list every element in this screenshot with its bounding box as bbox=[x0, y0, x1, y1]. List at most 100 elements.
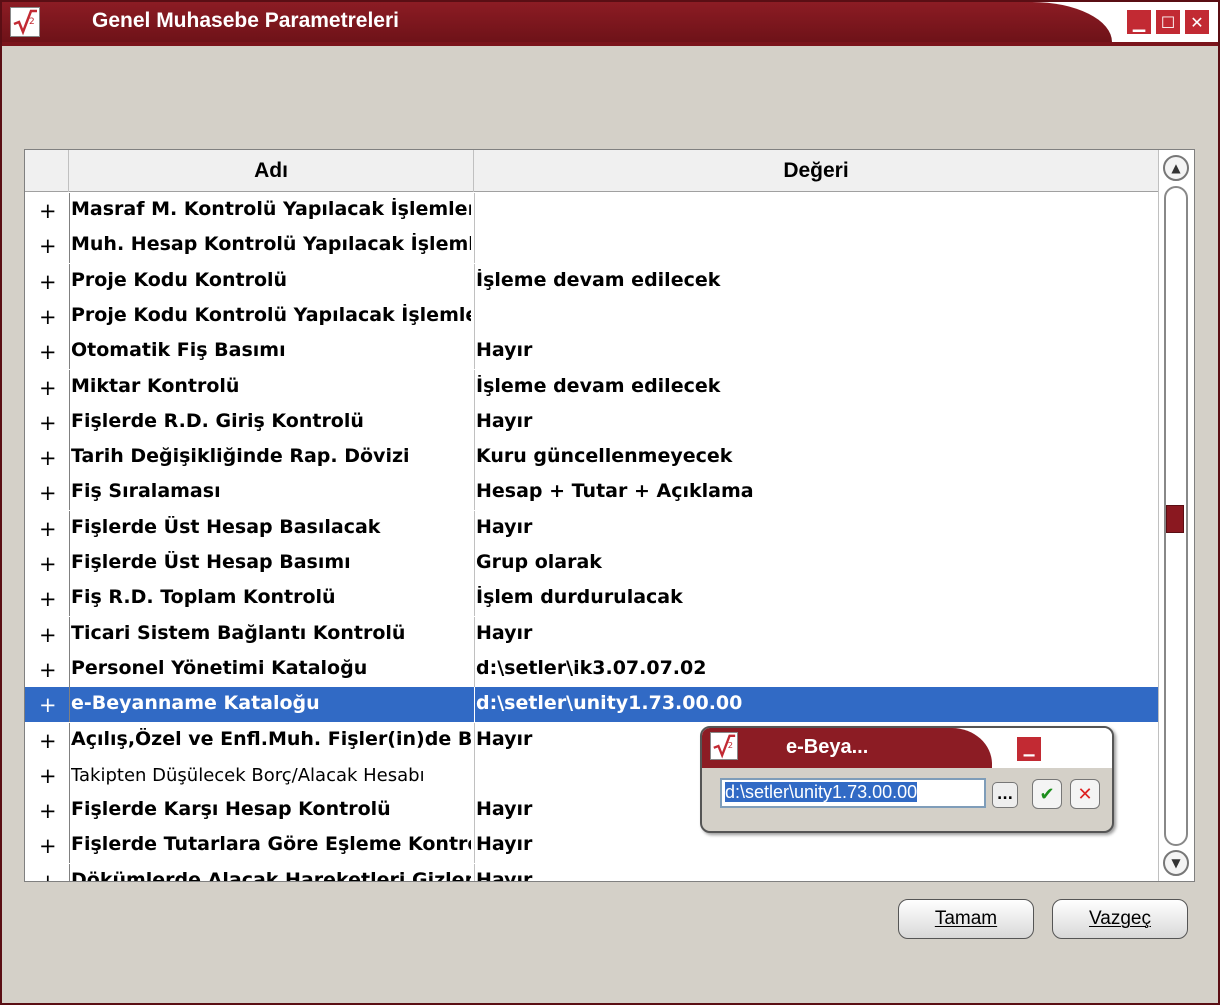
table-row[interactable]: + Fişlerde Üst Hesap Basımı Grup olarak bbox=[25, 546, 1158, 581]
row-name-cell: Proje Kodu Kontrolü bbox=[71, 268, 288, 291]
header-name[interactable]: Adı bbox=[69, 150, 474, 192]
column-divider bbox=[69, 475, 70, 511]
table-row[interactable]: + Muh. Hesap Kontrolü Yapılacak İşlemle bbox=[25, 228, 1158, 264]
row-value-cell[interactable]: İşleme devam edilecek bbox=[476, 269, 1156, 291]
svg-text:2: 2 bbox=[728, 740, 733, 750]
expand-plus-icon[interactable]: + bbox=[39, 481, 57, 505]
row-name-cell: Takipten Düşülecek Borç/Alacak Hesabı bbox=[71, 764, 425, 786]
vertical-scrollbar[interactable]: ▲ ▼ bbox=[1158, 150, 1194, 881]
table-row[interactable]: + Fiş R.D. Toplam Kontrolü İşlem durdurula… bbox=[25, 581, 1158, 617]
expand-plus-icon[interactable]: + bbox=[39, 411, 57, 435]
ok-button[interactable]: Tamam bbox=[898, 899, 1034, 939]
expand-plus-icon[interactable]: + bbox=[39, 693, 57, 717]
scroll-down-button[interactable]: ▼ bbox=[1163, 850, 1189, 876]
row-value-cell[interactable]: Hayır bbox=[476, 622, 1156, 644]
browse-button[interactable]: ... bbox=[992, 782, 1018, 808]
title-bar[interactable]: 2 Genel Muhasebe Parametreleri ▁ ☐ ✕ bbox=[2, 2, 1218, 46]
ok-button-label: Tamam bbox=[934, 908, 998, 929]
cancel-x-icon[interactable]: ✕ bbox=[1070, 779, 1100, 809]
column-divider bbox=[69, 616, 70, 652]
table-row[interactable]: + Miktar Kontrolü İşleme devam edilecek bbox=[25, 369, 1158, 405]
title-bottom-line bbox=[2, 42, 1218, 46]
expand-plus-icon[interactable]: + bbox=[39, 199, 57, 223]
maximize-button[interactable]: ☐ bbox=[1155, 9, 1181, 35]
column-divider bbox=[69, 440, 70, 476]
table-row[interactable]: + Fişlerde R.D. Giriş Kontrolü Hayır bbox=[25, 404, 1158, 440]
row-value-cell[interactable]: Kuru güncellenmeyecek bbox=[476, 445, 1156, 467]
row-name-cell: Fişlerde Üst Hesap Basılacak bbox=[71, 515, 381, 538]
column-divider bbox=[69, 510, 70, 546]
column-divider bbox=[69, 404, 70, 440]
expand-plus-icon[interactable]: + bbox=[39, 340, 57, 364]
column-divider bbox=[474, 793, 475, 829]
table-row[interactable]: + e-Beyanname Kataloğu d:\setler\unity1.73… bbox=[25, 687, 1158, 723]
expand-plus-icon[interactable]: + bbox=[39, 764, 57, 788]
table-row[interactable]: + Proje Kodu Kontrolü İşleme devam edilece… bbox=[25, 263, 1158, 299]
popup-title: e-Beya... bbox=[786, 736, 869, 758]
header-expander-column[interactable] bbox=[25, 150, 69, 192]
column-divider bbox=[69, 334, 70, 370]
row-name-cell: Tarih Değişikliğinde Rap. Dövizi bbox=[71, 445, 410, 468]
table-row[interactable]: + Tarih Değişikliğinde Rap. Dövizi Kuru gü… bbox=[25, 440, 1158, 476]
main-window: 2 Genel Muhasebe Parametreleri ▁ ☐ ✕ Adı… bbox=[0, 0, 1220, 1005]
column-divider bbox=[69, 228, 70, 264]
row-value-cell[interactable]: d:\setler\ik3.07.07.02 bbox=[476, 657, 1156, 679]
minimize-button[interactable]: ▁ bbox=[1126, 9, 1152, 35]
column-divider bbox=[474, 475, 475, 511]
expand-plus-icon[interactable]: + bbox=[39, 870, 57, 881]
cancel-button-label: Vazgeç bbox=[1089, 908, 1151, 929]
close-button[interactable]: ✕ bbox=[1184, 9, 1210, 35]
table-row[interactable]: + Fiş Sıralaması Hesap + Tutar + Açıklama bbox=[25, 475, 1158, 511]
row-value-cell[interactable]: Hayır bbox=[476, 869, 1156, 881]
expand-plus-icon[interactable]: + bbox=[39, 517, 57, 541]
column-divider bbox=[474, 334, 475, 370]
column-divider bbox=[474, 616, 475, 652]
table-row[interactable]: + Proje Kodu Kontrolü Yapılacak İşlemler bbox=[25, 298, 1158, 334]
row-value-cell[interactable]: Hesap + Tutar + Açıklama bbox=[476, 480, 1156, 502]
expand-plus-icon[interactable]: + bbox=[39, 270, 57, 294]
app-logo-icon[interactable]: 2 bbox=[10, 7, 40, 37]
row-value-cell[interactable]: d:\setler\unity1.73.00.00 bbox=[476, 692, 1156, 714]
row-value-cell[interactable]: Hayır bbox=[476, 516, 1156, 538]
expand-plus-icon[interactable]: + bbox=[39, 799, 57, 823]
header-value[interactable]: Değeri bbox=[474, 150, 1158, 192]
expand-plus-icon[interactable]: + bbox=[39, 729, 57, 753]
column-divider bbox=[69, 369, 70, 405]
popup-minimize-button[interactable]: ▁ bbox=[1016, 736, 1042, 762]
row-name-cell: Fiş Sıralaması bbox=[71, 480, 221, 503]
row-name-cell: Açılış,Özel ve Enfl.Muh. Fişler(in)de B/… bbox=[71, 727, 471, 750]
row-value-cell[interactable]: Hayır bbox=[476, 410, 1156, 432]
expand-plus-icon[interactable]: + bbox=[39, 234, 57, 258]
path-input-text: d:\setler\unity1.73.00.00 bbox=[725, 782, 918, 802]
table-row[interactable]: + Personel Yönetimi Kataloğu d:\setler\ik3… bbox=[25, 651, 1158, 687]
cancel-button[interactable]: Vazgeç bbox=[1052, 899, 1188, 939]
column-divider bbox=[474, 263, 475, 299]
table-row[interactable]: + Ticari Sistem Bağlantı Kontrolü Hayır bbox=[25, 616, 1158, 652]
path-input[interactable]: d:\setler\unity1.73.00.00 bbox=[720, 778, 986, 808]
expand-plus-icon[interactable]: + bbox=[39, 623, 57, 647]
popup-title-bar[interactable]: 2 e-Beya... ▁ bbox=[702, 728, 1112, 768]
column-divider bbox=[474, 228, 475, 264]
expand-plus-icon[interactable]: + bbox=[39, 552, 57, 576]
table-row[interactable]: + Dökümlerde Alacak Hareketleri Gizlenece… bbox=[25, 863, 1158, 881]
column-divider bbox=[474, 863, 475, 881]
table-row[interactable]: + Masraf M. Kontrolü Yapılacak İşlemler bbox=[25, 193, 1158, 228]
table-row[interactable]: + Otomatik Fiş Basımı Hayır bbox=[25, 334, 1158, 370]
popup-logo-icon: 2 bbox=[710, 732, 738, 760]
confirm-check-icon[interactable]: ✔ bbox=[1032, 779, 1062, 809]
scroll-thumb[interactable] bbox=[1166, 505, 1184, 533]
row-value-cell[interactable]: Grup olarak bbox=[476, 551, 1156, 573]
table-row[interactable]: + Fişlerde Tutarlara Göre Eşleme Kontrolü… bbox=[25, 828, 1158, 864]
table-row[interactable]: + Fişlerde Üst Hesap Basılacak Hayır bbox=[25, 510, 1158, 546]
expand-plus-icon[interactable]: + bbox=[39, 376, 57, 400]
row-value-cell[interactable]: Hayır bbox=[476, 339, 1156, 361]
expand-plus-icon[interactable]: + bbox=[39, 587, 57, 611]
expand-plus-icon[interactable]: + bbox=[39, 834, 57, 858]
expand-plus-icon[interactable]: + bbox=[39, 446, 57, 470]
scroll-up-button[interactable]: ▲ bbox=[1163, 155, 1189, 181]
row-value-cell[interactable]: İşlem durdurulacak bbox=[476, 586, 1156, 608]
expand-plus-icon[interactable]: + bbox=[39, 658, 57, 682]
row-value-cell[interactable]: İşleme devam edilecek bbox=[476, 375, 1156, 397]
row-value-cell[interactable]: Hayır bbox=[476, 833, 1156, 855]
expand-plus-icon[interactable]: + bbox=[39, 305, 57, 329]
